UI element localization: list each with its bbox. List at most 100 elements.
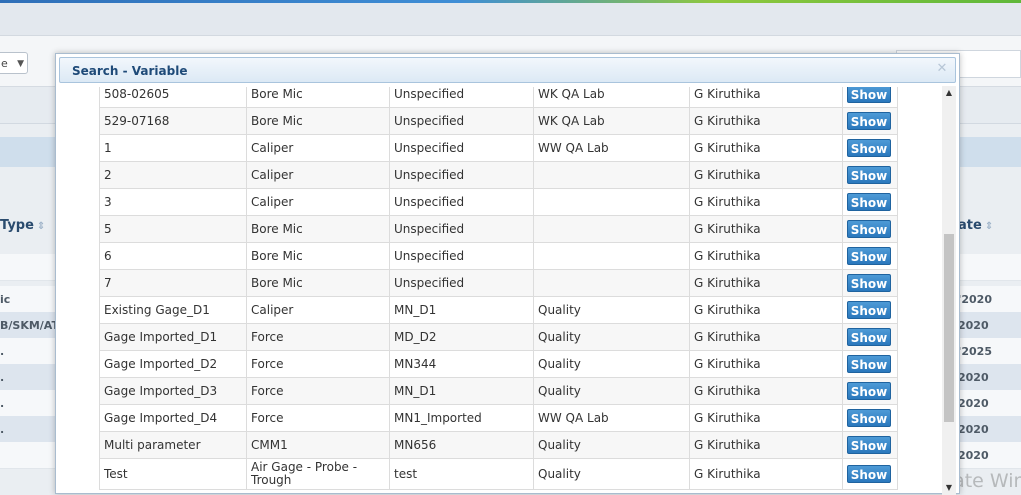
cell-owner: G Kiruthika (689, 134, 843, 162)
cell-type: Force (246, 377, 390, 405)
cell-owner: G Kiruthika (689, 107, 843, 135)
cell-owner: G Kiruthika (689, 296, 843, 324)
cell-action: Show (842, 161, 898, 189)
table-row: Multi parameter CMM1 MN656 Quality G Kiruthi… (99, 431, 898, 459)
show-button[interactable]: Show (847, 166, 891, 184)
dialog-title: Search - Variable (72, 64, 188, 78)
cell-location: WK QA Lab (533, 87, 690, 108)
background-column-header-date[interactable]: ate ⇕ (958, 218, 993, 233)
cell-owner: G Kiruthika (689, 161, 843, 189)
show-button[interactable]: Show (847, 465, 891, 483)
page-size-select-value: e (1, 57, 8, 70)
column-header-label: ate (958, 218, 982, 233)
background-column-header-type[interactable]: Type ⇕ (0, 218, 45, 233)
table-row: 508-02605 Bore Mic Unspecified WK QA Lab G K… (99, 87, 898, 108)
cell-name: Gage Imported_D3 (99, 377, 247, 405)
cell-action: Show (842, 188, 898, 216)
table-row: Gage Imported_D2 Force MN344 Quality G Kirut… (99, 350, 898, 378)
cell-name: 7 (99, 269, 247, 297)
cell-model: MN344 (389, 350, 534, 378)
show-button[interactable]: Show (847, 87, 891, 103)
cell-model: Unspecified (389, 87, 534, 108)
cell-type: Caliper (246, 161, 390, 189)
cell-action: Show (842, 215, 898, 243)
cell-owner: G Kiruthika (689, 215, 843, 243)
cell-type: Bore Mic (246, 215, 390, 243)
cell-model: Unspecified (389, 188, 534, 216)
cell-action: Show (842, 107, 898, 135)
results-table: 508-02605 Bore Mic Unspecified WK QA Lab G K… (99, 87, 898, 490)
cell-model: MN656 (389, 431, 534, 459)
background-cell: 2020 (958, 423, 989, 436)
cell-name: Existing Gage_D1 (99, 296, 247, 324)
show-button[interactable]: Show (847, 301, 891, 319)
cell-name: Gage Imported_D2 (99, 350, 247, 378)
show-button[interactable]: Show (847, 328, 891, 346)
cell-location: Quality (533, 377, 690, 405)
cell-location: Quality (533, 350, 690, 378)
cell-location (533, 188, 690, 216)
scroll-down-arrow-icon[interactable]: ▼ (942, 481, 956, 495)
show-button[interactable]: Show (847, 220, 891, 238)
vertical-scrollbar[interactable]: ▲ ▼ (942, 86, 956, 495)
search-variable-dialog: Search - Variable ✕ 508-02605 Bore Mic Uns… (55, 53, 960, 495)
background-cell: '2025 (958, 345, 992, 358)
scrollbar-thumb[interactable] (944, 234, 954, 422)
cell-model: MN_D1 (389, 377, 534, 405)
table-row: 6 Bore Mic Unspecified G Kiruthika Show (99, 242, 898, 270)
cell-type: Force (246, 404, 390, 432)
show-button[interactable]: Show (847, 247, 891, 265)
cell-action: Show (842, 350, 898, 378)
cell-owner: G Kiruthika (689, 350, 843, 378)
table-row: Gage Imported_D4 Force MN1_Imported WW QA L… (99, 404, 898, 432)
cell-type: Bore Mic (246, 269, 390, 297)
background-cell: . (0, 345, 5, 358)
cell-name: 5 (99, 215, 247, 243)
table-row: Gage Imported_D1 Force MD_D2 Quality G Kirut… (99, 323, 898, 351)
cell-location: Quality (533, 323, 690, 351)
chevron-down-icon: ▼ (17, 59, 24, 69)
sort-icon: ⇕ (984, 221, 994, 232)
cell-name: Test (99, 458, 247, 490)
cell-model: Unspecified (389, 269, 534, 297)
show-button[interactable]: Show (847, 193, 891, 211)
table-row: 1 Caliper Unspecified WW QA Lab G Kiruthika S… (99, 134, 898, 162)
cell-location (533, 215, 690, 243)
show-button[interactable]: Show (847, 112, 891, 130)
close-icon[interactable]: ✕ (935, 62, 949, 76)
cell-model: MN1_Imported (389, 404, 534, 432)
cell-owner: G Kiruthika (689, 269, 843, 297)
cell-location: WK QA Lab (533, 107, 690, 135)
show-button[interactable]: Show (847, 139, 891, 157)
cell-name: 2 (99, 161, 247, 189)
cell-owner: G Kiruthika (689, 431, 843, 459)
background-cell: 2020 (958, 449, 989, 462)
cell-action: Show (842, 87, 898, 108)
cell-type: CMM1 (246, 431, 390, 459)
cell-model: Unspecified (389, 242, 534, 270)
show-button[interactable]: Show (847, 274, 891, 292)
column-header-label: Type (0, 218, 34, 233)
table-row: 7 Bore Mic Unspecified G Kiruthika Show (99, 269, 898, 297)
cell-action: Show (842, 269, 898, 297)
cell-owner: G Kiruthika (689, 323, 843, 351)
cell-location: Quality (533, 458, 690, 490)
show-button[interactable]: Show (847, 409, 891, 427)
background-cell: . (0, 371, 5, 384)
scroll-up-arrow-icon[interactable]: ▲ (942, 86, 956, 100)
show-button[interactable]: Show (847, 382, 891, 400)
page-size-select[interactable]: e ▼ (0, 52, 28, 74)
background-cell: '2020 (958, 293, 992, 306)
cell-action: Show (842, 134, 898, 162)
cell-location: WW QA Lab (533, 404, 690, 432)
cell-owner: G Kiruthika (689, 458, 843, 490)
show-button[interactable]: Show (847, 355, 891, 373)
cell-model: MN_D1 (389, 296, 534, 324)
dialog-titlebar[interactable]: Search - Variable ✕ (59, 57, 956, 83)
background-cell: 2020 (958, 319, 989, 332)
show-button[interactable]: Show (847, 436, 891, 454)
cell-type: Bore Mic (246, 87, 390, 108)
cell-owner: G Kiruthika (689, 242, 843, 270)
cell-model: test (389, 458, 534, 490)
cell-name: 1 (99, 134, 247, 162)
